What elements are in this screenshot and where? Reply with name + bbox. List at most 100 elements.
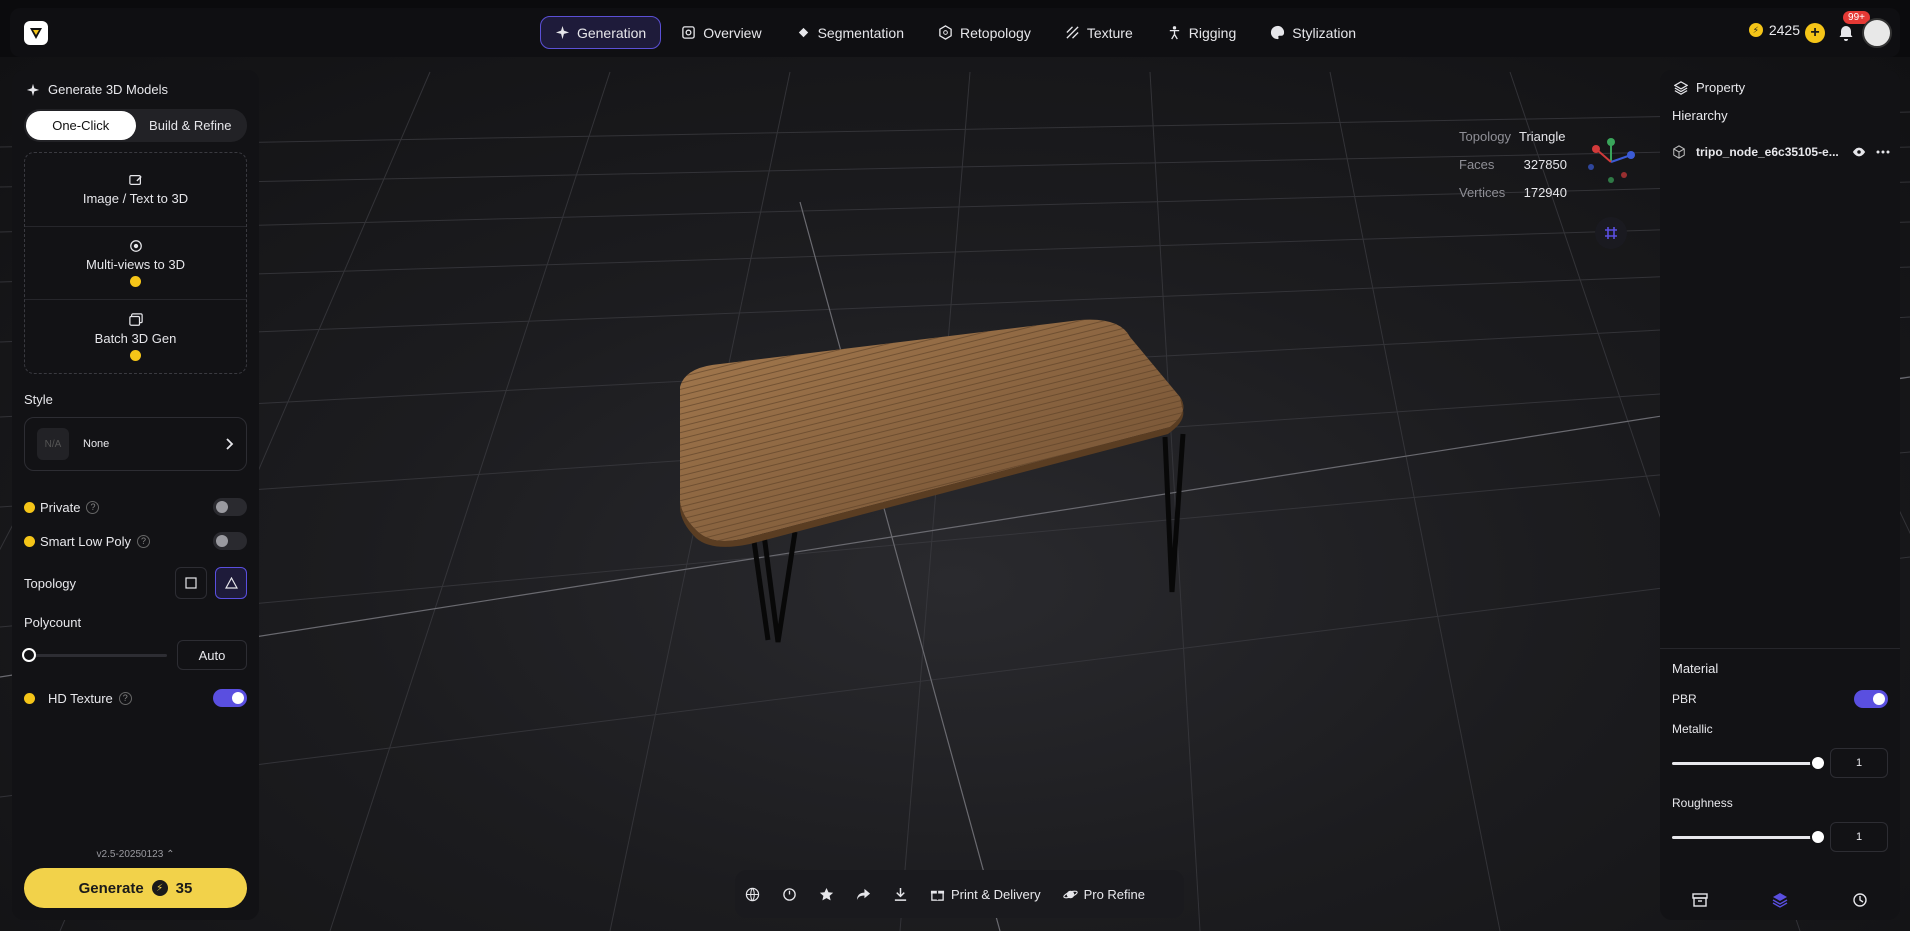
nav-tabs: Generation Overview Segmentation Retopol…	[10, 8, 1900, 57]
style-selector[interactable]: N/A None	[24, 417, 247, 471]
tab-texture[interactable]: Texture	[1051, 16, 1147, 49]
table-model[interactable]	[660, 312, 1280, 792]
tab-overview[interactable]: Overview	[667, 16, 775, 49]
tab-rigging[interactable]: Rigging	[1153, 16, 1250, 49]
model-version[interactable]: v2.5-20250123 ⌃	[12, 849, 259, 860]
multiview-icon	[129, 240, 142, 252]
generate-cost: 35	[175, 879, 193, 897]
metallic-label: Metallic	[1672, 722, 1713, 736]
roughness-row: 1	[1672, 822, 1888, 852]
triangle-icon	[224, 577, 238, 589]
option-smart-low-poly: Smart Low Poly ?	[24, 531, 247, 551]
print-delivery-label: Print & Delivery	[951, 886, 1041, 902]
slider-knob[interactable]	[1810, 828, 1826, 845]
premium-crown-icon	[130, 349, 141, 361]
material-section: Material PBR Metallic 1 Roughness 1	[1660, 648, 1900, 864]
tab-retopology[interactable]: Retopology	[924, 16, 1045, 49]
eye-icon[interactable]	[1852, 146, 1866, 158]
topology-label: Topology	[24, 575, 77, 591]
print-delivery-button[interactable]: Print & Delivery	[930, 887, 1041, 902]
option-label: Private	[40, 499, 81, 515]
generate-label: Generate	[78, 879, 144, 897]
mode-label: Image / Text to 3D	[82, 190, 189, 206]
metallic-slider[interactable]	[1672, 754, 1826, 771]
segment-build-refine[interactable]: Build & Refine	[136, 111, 246, 140]
help-icon[interactable]: ?	[118, 691, 132, 705]
mode-label: Multi-views to 3D	[86, 257, 185, 272]
share-icon[interactable]	[856, 887, 871, 902]
stat-value: Triangle	[1519, 129, 1566, 144]
stat-key: Vertices	[1459, 185, 1506, 200]
bolt-icon: ⚡	[151, 880, 168, 896]
polycount-slider[interactable]	[22, 647, 167, 662]
roughness-input[interactable]: 1	[1830, 822, 1888, 852]
help-icon[interactable]: ?	[137, 534, 151, 548]
tab-label: Segmentation	[817, 24, 904, 41]
help-icon[interactable]: ?	[86, 500, 100, 514]
mesh-stats: Topology Triangle Faces 327850 Vertices 172…	[1459, 123, 1567, 207]
gift-icon	[930, 890, 945, 901]
globe-icon[interactable]	[745, 887, 760, 902]
stat-key: Topology	[1459, 129, 1512, 144]
download-icon[interactable]	[893, 887, 908, 902]
layers-icon[interactable]	[1772, 892, 1788, 908]
quad-topology-button[interactable]	[175, 567, 207, 599]
hierarchy-node[interactable]: tripo_node_e6c35105-e...	[1672, 145, 1890, 159]
private-toggle[interactable]	[213, 498, 247, 516]
smart-low-poly-toggle[interactable]	[213, 532, 247, 550]
pro-refine-label: Pro Refine	[1083, 886, 1145, 902]
image-edit-icon	[128, 174, 142, 185]
segment-one-click[interactable]: One-Click	[26, 111, 136, 140]
3d-viewport[interactable]: Topology Triangle Faces 327850 Vertices 172…	[0, 57, 1910, 931]
polycount-input[interactable]: Auto	[177, 640, 247, 670]
chevron-up-icon: ⌃	[166, 849, 175, 860]
right-panel-footer	[1660, 892, 1900, 908]
tab-label: Generation	[576, 24, 647, 41]
palette-icon	[1271, 25, 1285, 40]
pbr-toggle[interactable]	[1854, 690, 1888, 708]
axis-gizmo[interactable]	[1586, 137, 1636, 187]
hd-texture-toggle[interactable]	[213, 689, 247, 707]
mode-label: Batch 3D Gen	[94, 330, 177, 346]
panel-title: Generate 3D Models	[26, 82, 247, 97]
star-icon[interactable]	[819, 887, 834, 902]
bell-icon[interactable]	[1836, 23, 1856, 43]
mode-multiview[interactable]: Multi-views to 3D	[25, 225, 246, 300]
pro-refine-button[interactable]: Pro Refine	[1062, 886, 1145, 902]
bottom-toolbar: Print & Delivery Pro Refine	[735, 870, 1184, 918]
slider-knob[interactable]	[1810, 754, 1826, 771]
option-private: Private ?	[24, 497, 247, 517]
option-hd-texture: HD Texture ?	[24, 688, 247, 708]
topology-row: Topology	[24, 567, 247, 599]
generate-button[interactable]: Generate ⚡ 35	[24, 868, 247, 908]
frame-view-button[interactable]	[1595, 217, 1627, 249]
metallic-input[interactable]: 1	[1830, 748, 1888, 778]
history-icon[interactable]	[1852, 892, 1868, 908]
premium-crown-icon	[24, 535, 35, 547]
credits-balance[interactable]: ⚡ 2425	[1748, 22, 1800, 38]
tab-stylization[interactable]: Stylization	[1256, 16, 1370, 49]
slider-knob[interactable]	[22, 647, 36, 662]
credits-value: 2425	[1768, 22, 1800, 38]
reset-icon[interactable]	[782, 887, 797, 902]
property-title: Property	[1696, 80, 1746, 95]
add-credits-button[interactable]: +	[1805, 23, 1825, 43]
tab-segmentation[interactable]: Segmentation	[782, 16, 918, 49]
texture-icon	[1066, 26, 1079, 39]
avatar[interactable]	[1862, 18, 1892, 48]
top-navigation-bar: Generation Overview Segmentation Retopol…	[10, 8, 1900, 57]
mode-batch[interactable]: Batch 3D Gen	[25, 299, 246, 373]
tab-generation[interactable]: Generation	[539, 16, 662, 49]
mode-image-text[interactable]: Image / Text to 3D	[25, 153, 246, 226]
triangle-topology-button[interactable]	[215, 567, 247, 599]
roughness-slider[interactable]	[1672, 828, 1826, 845]
more-icon[interactable]	[1876, 150, 1890, 154]
right-panel: Property Hierarchy tripo_node_e6c35105-e…	[1660, 70, 1900, 920]
polycount-label: Polycount	[24, 615, 82, 630]
property-header: Property	[1674, 80, 1745, 95]
roughness-label: Roughness	[1672, 796, 1733, 810]
layers-icon	[1674, 80, 1688, 95]
coin-icon: ⚡	[1748, 23, 1763, 37]
tab-label: Retopology	[960, 24, 1031, 41]
archive-icon[interactable]	[1692, 892, 1708, 908]
